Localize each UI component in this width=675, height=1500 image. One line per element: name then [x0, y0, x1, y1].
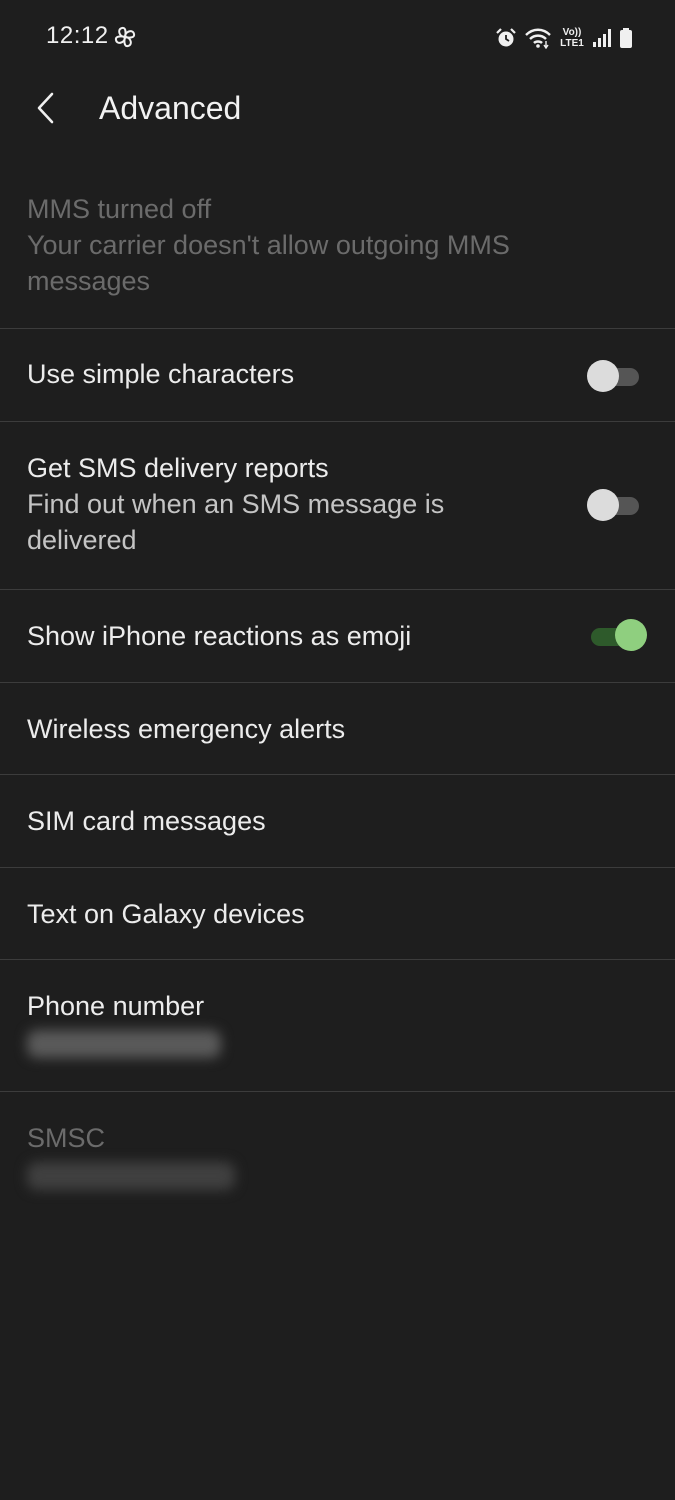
iphone-reactions-toggle[interactable] [587, 619, 647, 651]
text-on-galaxy-label: Text on Galaxy devices [27, 899, 305, 929]
mms-status-item: MMS turned off Your carrier doesn't allo… [0, 180, 675, 329]
status-time: 12:12 [46, 22, 109, 49]
signal-icon [593, 29, 611, 47]
page-title: Advanced [99, 90, 242, 126]
phone-number-label: Phone number [27, 991, 205, 1021]
iphone-reactions-label: Show iPhone reactions as emoji [27, 621, 412, 651]
wireless-emergency-alerts-item[interactable]: Wireless emergency alerts [0, 683, 675, 775]
toggle-thumb [587, 360, 619, 392]
pinwheel-icon [114, 26, 136, 48]
wireless-emergency-alerts-label: Wireless emergency alerts [27, 714, 346, 744]
toggle-thumb [587, 489, 619, 521]
smsc-value-redacted [27, 1162, 235, 1190]
smsc-item: SMSC [0, 1092, 675, 1224]
text-on-galaxy-item[interactable]: Text on Galaxy devices [0, 868, 675, 960]
sms-delivery-reports-label: Get SMS delivery reports [27, 453, 329, 483]
mms-subtitle: Your carrier doesn't allow outgoing MMS … [27, 230, 510, 296]
app-header: Advanced [0, 76, 675, 144]
sms-delivery-reports-subtitle: Find out when an SMS message is delivere… [27, 489, 445, 555]
sim-card-messages-item[interactable]: SIM card messages [0, 775, 675, 868]
volte-top-label: Vo)) [562, 27, 582, 38]
sms-delivery-reports-toggle[interactable] [587, 489, 643, 521]
status-icons: Vo)) LTE1 [495, 25, 633, 51]
volte-bottom-label: LTE1 [560, 38, 584, 49]
smsc-label: SMSC [27, 1123, 106, 1153]
sim-card-messages-label: SIM card messages [27, 806, 266, 836]
phone-number-item[interactable]: Phone number [0, 960, 675, 1092]
use-simple-characters-toggle[interactable] [587, 360, 643, 392]
battery-icon [620, 28, 632, 48]
use-simple-characters-item[interactable]: Use simple characters [0, 329, 675, 422]
use-simple-characters-label: Use simple characters [27, 359, 295, 389]
iphone-reactions-item[interactable]: Show iPhone reactions as emoji [0, 590, 675, 683]
back-button[interactable] [26, 88, 66, 128]
settings-list: MMS turned off Your carrier doesn't allo… [0, 180, 675, 1224]
phone-number-value-redacted [27, 1030, 221, 1058]
toggle-thumb [615, 619, 647, 651]
chevron-left-icon [37, 92, 54, 124]
volte-indicator: Vo)) LTE1 [559, 27, 585, 49]
status-bar: 12:12 Vo)) LTE1 [0, 0, 675, 76]
wifi-icon [525, 28, 551, 49]
sms-delivery-reports-item[interactable]: Get SMS delivery reports Find out when a… [0, 422, 675, 590]
alarm-icon [496, 28, 516, 47]
mms-title: MMS turned off [27, 194, 212, 224]
